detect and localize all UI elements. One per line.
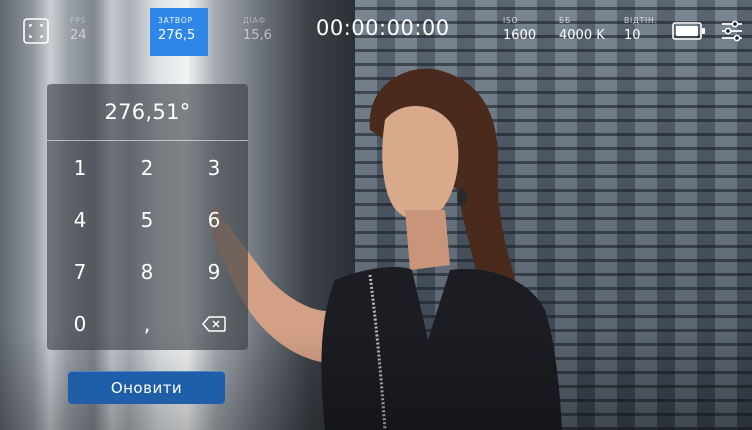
shutter-keypad-panel: 276,51° 1 2 3 4 5 6 7 8 9 0 ,	[47, 84, 248, 350]
top-status-bar: FPS 24 ЗАТВОР 276,5 ДІАФ 15,6 00:00:00:0…	[0, 0, 752, 58]
settings-sliders-icon[interactable]	[718, 17, 746, 45]
key-9[interactable]: 9	[181, 246, 247, 298]
key-0[interactable]: 0	[47, 298, 113, 350]
shutter-indicator-selected[interactable]: ЗАТВОР 276,5	[150, 8, 208, 56]
white-balance-indicator[interactable]: ББ 4000 K	[559, 8, 619, 58]
key-2[interactable]: 2	[114, 142, 180, 194]
shutter-label: ЗАТВОР	[158, 16, 193, 25]
fps-value: 24	[70, 28, 87, 43]
frame-guides-icon[interactable]	[20, 15, 52, 47]
key-5[interactable]: 5	[114, 194, 180, 246]
backspace-key[interactable]	[181, 298, 247, 350]
key-3[interactable]: 3	[181, 142, 247, 194]
iso-label: ISO	[503, 16, 519, 25]
iso-indicator[interactable]: ISO 1600	[503, 8, 553, 58]
update-button[interactable]: Оновити	[68, 371, 225, 404]
key-decimal-comma[interactable]: ,	[114, 298, 180, 350]
key-6[interactable]: 6	[181, 194, 247, 246]
white-balance-label: ББ	[559, 16, 571, 25]
battery-icon[interactable]	[672, 22, 706, 40]
shutter-value: 276,5	[158, 28, 196, 43]
timecode-display[interactable]: 00:00:00:00	[316, 16, 466, 44]
iris-value: 15,6	[243, 28, 272, 43]
fps-label: FPS	[70, 16, 86, 25]
key-4[interactable]: 4	[47, 194, 113, 246]
key-7[interactable]: 7	[47, 246, 113, 298]
fps-indicator[interactable]: FPS 24	[70, 8, 130, 58]
tint-label: ВІДТІН.	[624, 16, 658, 25]
tint-indicator[interactable]: ВІДТІН. 10	[624, 8, 674, 58]
key-8[interactable]: 8	[114, 246, 180, 298]
tint-value: 10	[624, 28, 641, 43]
key-1[interactable]: 1	[47, 142, 113, 194]
white-balance-value: 4000 K	[559, 28, 605, 43]
backspace-icon	[202, 316, 226, 332]
iris-indicator[interactable]: ДІАФ 15,6	[243, 8, 303, 58]
iso-value: 1600	[503, 28, 537, 43]
iris-label: ДІАФ	[243, 16, 266, 25]
keypad-value-display: 276,51°	[47, 84, 248, 141]
